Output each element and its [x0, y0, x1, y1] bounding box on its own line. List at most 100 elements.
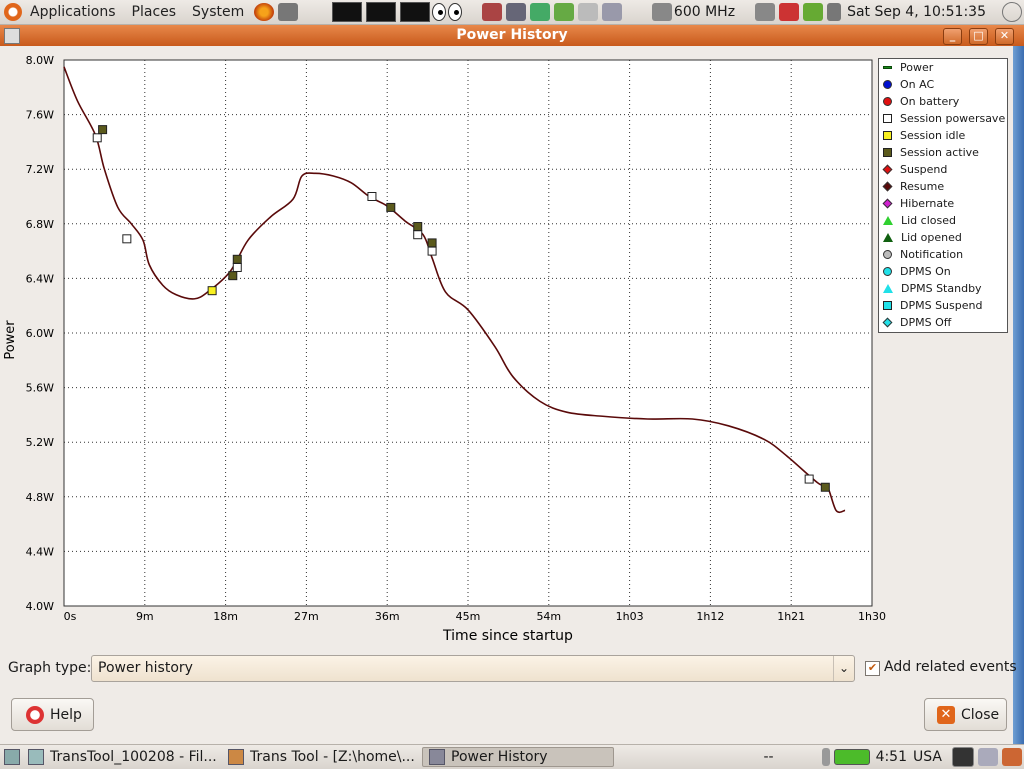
applet-icon[interactable] — [978, 748, 998, 766]
network-monitor-icon[interactable] — [400, 2, 431, 22]
graph-type-select[interactable]: Power history ⌄ — [91, 655, 855, 682]
add-related-events-checkbox[interactable]: ✔ — [865, 661, 880, 676]
help-button[interactable]: Help — [11, 698, 94, 731]
battery-time[interactable]: 4:51 — [876, 749, 907, 765]
legend-item: Session powersave — [879, 110, 1007, 127]
legend-label: Lid opened — [901, 231, 962, 244]
close-window-button[interactable]: ✕ — [995, 28, 1014, 45]
close-button[interactable]: ✕ Close — [924, 698, 1007, 731]
graph-type-value: Power history — [98, 660, 193, 676]
firefox-icon[interactable] — [254, 3, 275, 21]
legend-label: Session active — [900, 146, 979, 159]
cpu-freq-icon[interactable] — [651, 3, 672, 21]
minimize-button[interactable]: _ — [943, 28, 962, 45]
legend-item: On AC — [879, 76, 1007, 93]
chart-legend: Power On AC On battery Session powersave Ses… — [878, 58, 1008, 333]
disk-icon[interactable] — [481, 3, 502, 21]
add-related-events-label[interactable]: Add related events — [884, 659, 1017, 675]
fan-icon[interactable] — [505, 3, 526, 21]
x-tick-label: 9m — [136, 610, 154, 623]
event-marker-session-powersave — [122, 234, 132, 244]
battery-icon[interactable] — [803, 3, 824, 21]
network-icon[interactable] — [755, 3, 776, 21]
sensor-icon[interactable] — [529, 3, 550, 21]
y-axis-ticks: 8.0W 7.6W 7.2W 6.8W 6.4W 6.0W 5.6W 5.2W 4.8W 4.4W… — [26, 54, 54, 613]
legend-label: Session idle — [900, 129, 966, 142]
clock[interactable]: Sat Sep 4, 10:51:35 — [847, 4, 986, 20]
legend-item: Notification — [879, 246, 1007, 263]
legend-item: On battery — [879, 93, 1007, 110]
show-desktop-icon[interactable] — [4, 749, 20, 765]
removable-icon[interactable] — [601, 3, 622, 21]
system-menu[interactable]: System — [184, 4, 252, 20]
event-marker-session-active — [386, 202, 396, 212]
y-tick-label: 6.0W — [26, 327, 54, 340]
event-marker-session-powersave — [92, 133, 102, 143]
places-menu[interactable]: Places — [124, 4, 185, 20]
y-tick-label: 8.0W — [26, 54, 54, 67]
legend-label: Hibernate — [900, 197, 955, 210]
legend-label: DPMS On — [900, 265, 951, 278]
taskbar-item-label: Power History — [451, 749, 548, 765]
applications-menu[interactable]: Applications — [22, 4, 124, 20]
legend-label: Notification — [900, 248, 964, 261]
x-axis-label: Time since startup — [442, 628, 573, 644]
legend-square-icon — [883, 131, 892, 140]
legend-label: Suspend — [900, 163, 948, 176]
power-history-chart: 8.0W 7.6W 7.2W 6.8W 6.4W 6.0W 5.6W 5.2W 4.8W 4.4W… — [3, 54, 886, 644]
mail-icon[interactable] — [779, 3, 800, 21]
taskbar-item-power-history[interactable]: Power History — [422, 747, 614, 767]
legend-item: Session active — [879, 144, 1007, 161]
help-icon — [26, 705, 44, 724]
legend-item: DPMS On — [879, 263, 1007, 280]
xeyes-icon — [432, 3, 463, 21]
folder-icon — [28, 749, 44, 765]
terminal-icon[interactable] — [952, 747, 974, 767]
close-label: Close — [961, 706, 1000, 723]
taskbar-item-label: TransTool_100208 - Fil... — [50, 749, 217, 765]
event-marker-session-active — [228, 271, 238, 281]
legend-label: Resume — [900, 180, 945, 193]
event-marker-session-active — [232, 254, 242, 264]
maximize-button[interactable]: □ — [969, 28, 988, 45]
battery-status-icon[interactable] — [821, 748, 830, 766]
app-icon — [228, 749, 244, 765]
x-tick-label: 45m — [456, 610, 481, 623]
temperature-icon[interactable] — [553, 3, 574, 21]
legend-item: DPMS Suspend — [879, 297, 1007, 314]
help-label: Help — [50, 706, 82, 723]
legend-label: DPMS Off — [900, 316, 952, 329]
legend-item: Hibernate — [879, 195, 1007, 212]
taskbar-item-label: Trans Tool - [Z:\home\... — [250, 749, 415, 765]
top-panel: Applications Places System 600 MHz Sat S… — [0, 0, 1024, 25]
camera-icon[interactable] — [278, 3, 299, 21]
x-tick-label: 18m — [213, 610, 238, 623]
window-menu-icon[interactable] — [4, 28, 20, 44]
window-titlebar[interactable]: Power History _ □ ✕ — [0, 25, 1024, 46]
desktop-background — [1013, 46, 1024, 744]
taskbar-item-transtool[interactable]: Trans Tool - [Z:\home\... — [222, 747, 418, 767]
taskbar-item-transtool-file[interactable]: TransTool_100208 - Fil... — [22, 747, 218, 767]
y-tick-label: 7.2W — [26, 163, 54, 176]
legend-circle-icon — [883, 97, 892, 106]
legend-diamond-icon — [882, 181, 893, 192]
ubuntu-logo-icon[interactable] — [4, 3, 22, 21]
battery-charge-icon[interactable] — [833, 749, 870, 765]
cpu-freq-label[interactable]: 600 MHz — [674, 4, 735, 20]
chevron-down-icon[interactable]: ⌄ — [833, 656, 854, 681]
memory-monitor-icon[interactable] — [366, 2, 397, 22]
trash-icon[interactable] — [1002, 748, 1022, 766]
legend-diamond-icon — [882, 198, 893, 209]
legend-label: On battery — [900, 95, 960, 108]
event-marker-session-idle — [207, 286, 217, 296]
keyboard-layout[interactable]: USA — [913, 749, 942, 765]
shutdown-icon[interactable] — [1002, 2, 1022, 22]
legend-label: Session powersave — [900, 112, 1006, 125]
volume-icon[interactable] — [827, 3, 842, 21]
cpu-monitor-icon[interactable] — [332, 2, 363, 22]
power-stats-icon — [429, 749, 445, 765]
y-tick-label: 5.2W — [26, 436, 54, 449]
drive-icon[interactable] — [577, 3, 598, 21]
legend-item: DPMS Off — [879, 314, 1007, 331]
event-marker-session-powersave — [413, 230, 423, 240]
